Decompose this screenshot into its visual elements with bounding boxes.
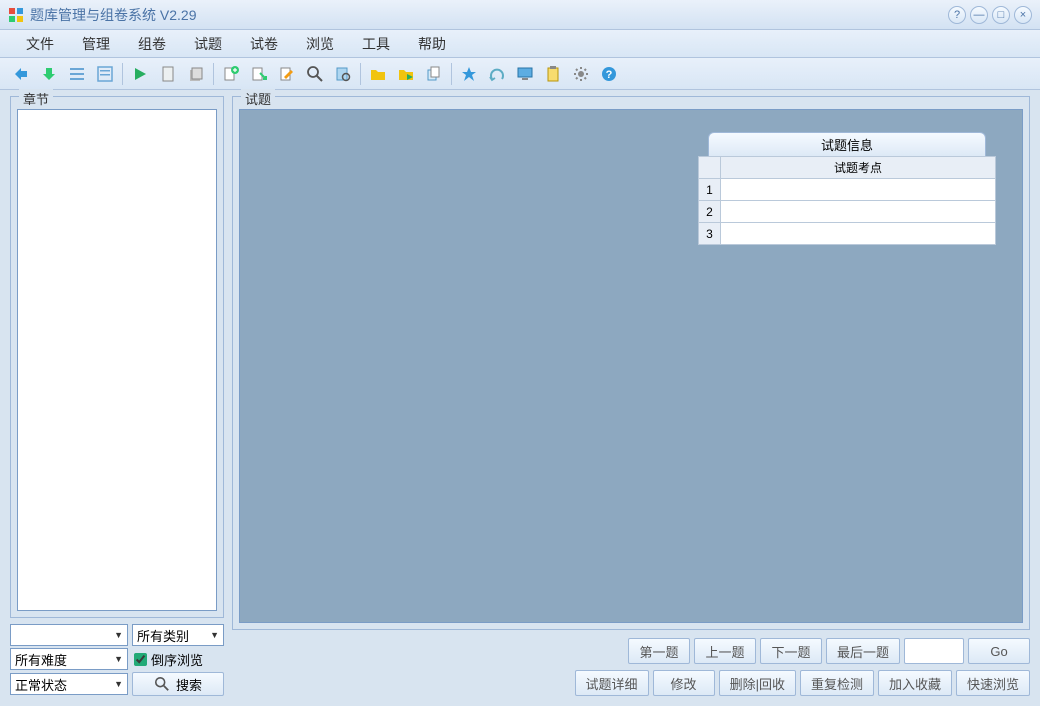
quick-view-button[interactable]: 快速浏览 <box>956 670 1030 696</box>
app-icon <box>8 7 24 23</box>
row-number: 1 <box>699 179 721 201</box>
last-button[interactable]: 最后一题 <box>826 638 900 664</box>
go-button[interactable]: Go <box>968 638 1030 664</box>
copy-icon[interactable] <box>421 61 447 87</box>
form-icon[interactable] <box>92 61 118 87</box>
question-group: 试题 试题信息 试题考点 1 <box>232 96 1030 630</box>
edit-button[interactable]: 修改 <box>653 670 715 696</box>
search-button[interactable]: 搜索 <box>132 672 224 696</box>
row-cell[interactable] <box>721 179 996 201</box>
close-button[interactable]: × <box>1014 6 1032 24</box>
main-area: 章节 ▼ 所有类别 ▼ 所有难度 ▼ 倒序浏览 <box>0 90 1040 706</box>
stack-icon[interactable] <box>183 61 209 87</box>
type-select[interactable]: 所有类别 ▼ <box>132 624 224 646</box>
reverse-order-input[interactable] <box>134 653 147 666</box>
list-icon[interactable] <box>64 61 90 87</box>
dup-check-button[interactable]: 重复检测 <box>800 670 874 696</box>
question-group-label: 试题 <box>241 89 275 108</box>
menu-paper[interactable]: 试卷 <box>236 30 292 58</box>
table-header: 试题考点 <box>721 157 996 179</box>
window-controls: ? ― □ × <box>948 6 1032 24</box>
table-row[interactable]: 2 <box>699 201 996 223</box>
favorite-button[interactable]: 加入收藏 <box>878 670 952 696</box>
preview-icon[interactable] <box>330 61 356 87</box>
export-icon[interactable] <box>8 61 34 87</box>
bottom-controls: 第一题 上一题 下一题 最后一题 Go 试题详细 修改 删除|回收 重复检测 加… <box>232 638 1030 696</box>
prev-button[interactable]: 上一题 <box>694 638 756 664</box>
row-number: 3 <box>699 223 721 245</box>
chapter-group: 章节 <box>10 96 224 618</box>
toolbar: ? <box>0 58 1040 90</box>
detail-button[interactable]: 试题详细 <box>575 670 649 696</box>
help-icon[interactable]: ? <box>596 61 622 87</box>
menu-tools[interactable]: 工具 <box>348 30 404 58</box>
search-button-label: 搜索 <box>176 675 202 694</box>
chapter-group-label: 章节 <box>19 89 53 108</box>
table-row[interactable]: 1 <box>699 179 996 201</box>
reverse-order-label: 倒序浏览 <box>151 650 203 669</box>
chapter-select[interactable]: ▼ <box>10 624 128 646</box>
gear-icon[interactable] <box>568 61 594 87</box>
maximize-button[interactable]: □ <box>992 6 1010 24</box>
page-icon[interactable] <box>155 61 181 87</box>
toolbar-separator <box>122 63 123 85</box>
toolbar-separator <box>360 63 361 85</box>
info-tab[interactable]: 试题信息 <box>708 132 986 156</box>
search-icon <box>154 676 170 692</box>
nav-button-row: 第一题 上一题 下一题 最后一题 Go <box>628 638 1030 664</box>
left-column: 章节 ▼ 所有类别 ▼ 所有难度 ▼ 倒序浏览 <box>10 96 224 696</box>
menu-compose[interactable]: 组卷 <box>124 30 180 58</box>
folder-icon[interactable] <box>365 61 391 87</box>
edit-icon[interactable] <box>274 61 300 87</box>
import-icon[interactable] <box>36 61 62 87</box>
row-number: 2 <box>699 201 721 223</box>
row-cell[interactable] <box>721 223 996 245</box>
toolbar-separator <box>213 63 214 85</box>
clipboard-icon[interactable] <box>540 61 566 87</box>
reverse-order-checkbox[interactable]: 倒序浏览 <box>132 650 203 669</box>
table-corner <box>699 157 721 179</box>
minimize-button[interactable]: ― <box>970 6 988 24</box>
search-icon[interactable] <box>302 61 328 87</box>
menu-question[interactable]: 试题 <box>180 30 236 58</box>
recycle-icon[interactable] <box>484 61 510 87</box>
menu-help[interactable]: 帮助 <box>404 30 460 58</box>
monitor-icon[interactable] <box>512 61 538 87</box>
new-page-icon[interactable] <box>218 61 244 87</box>
window-title: 题库管理与组卷系统 V2.29 <box>30 5 948 25</box>
titlebar: 题库管理与组卷系统 V2.29 ? ― □ × <box>0 0 1040 30</box>
chapter-tree[interactable] <box>17 109 217 611</box>
status-select[interactable]: 正常状态 ▼ <box>10 673 128 695</box>
status-select-value: 正常状态 <box>15 675 67 694</box>
difficulty-select[interactable]: 所有难度 ▼ <box>10 648 128 670</box>
first-button[interactable]: 第一题 <box>628 638 690 664</box>
row-cell[interactable] <box>721 201 996 223</box>
menu-file[interactable]: 文件 <box>12 30 68 58</box>
type-select-value: 所有类别 <box>137 626 189 645</box>
next-button[interactable]: 下一题 <box>760 638 822 664</box>
folder-arrow-icon[interactable] <box>393 61 419 87</box>
page-input[interactable] <box>904 638 964 664</box>
add-page-icon[interactable] <box>246 61 272 87</box>
toolbar-separator <box>451 63 452 85</box>
info-table: 试题考点 1 2 <box>698 156 996 245</box>
help-button[interactable]: ? <box>948 6 966 24</box>
play-icon[interactable] <box>127 61 153 87</box>
action-button-row: 试题详细 修改 删除|回收 重复检测 加入收藏 快速浏览 <box>575 670 1030 696</box>
right-column: 试题 试题信息 试题考点 1 <box>232 96 1030 696</box>
left-controls: ▼ 所有类别 ▼ 所有难度 ▼ 倒序浏览 正常状态 <box>10 624 224 696</box>
question-area[interactable]: 试题信息 试题考点 1 <box>239 109 1023 623</box>
delete-button[interactable]: 删除|回收 <box>719 670 796 696</box>
menu-manage[interactable]: 管理 <box>68 30 124 58</box>
difficulty-select-value: 所有难度 <box>15 650 67 669</box>
star-icon[interactable] <box>456 61 482 87</box>
table-row[interactable]: 3 <box>699 223 996 245</box>
info-panel: 试题信息 试题考点 1 <box>698 132 996 245</box>
menu-browse[interactable]: 浏览 <box>292 30 348 58</box>
svg-text:?: ? <box>606 69 613 81</box>
menubar: 文件 管理 组卷 试题 试卷 浏览 工具 帮助 <box>0 30 1040 58</box>
